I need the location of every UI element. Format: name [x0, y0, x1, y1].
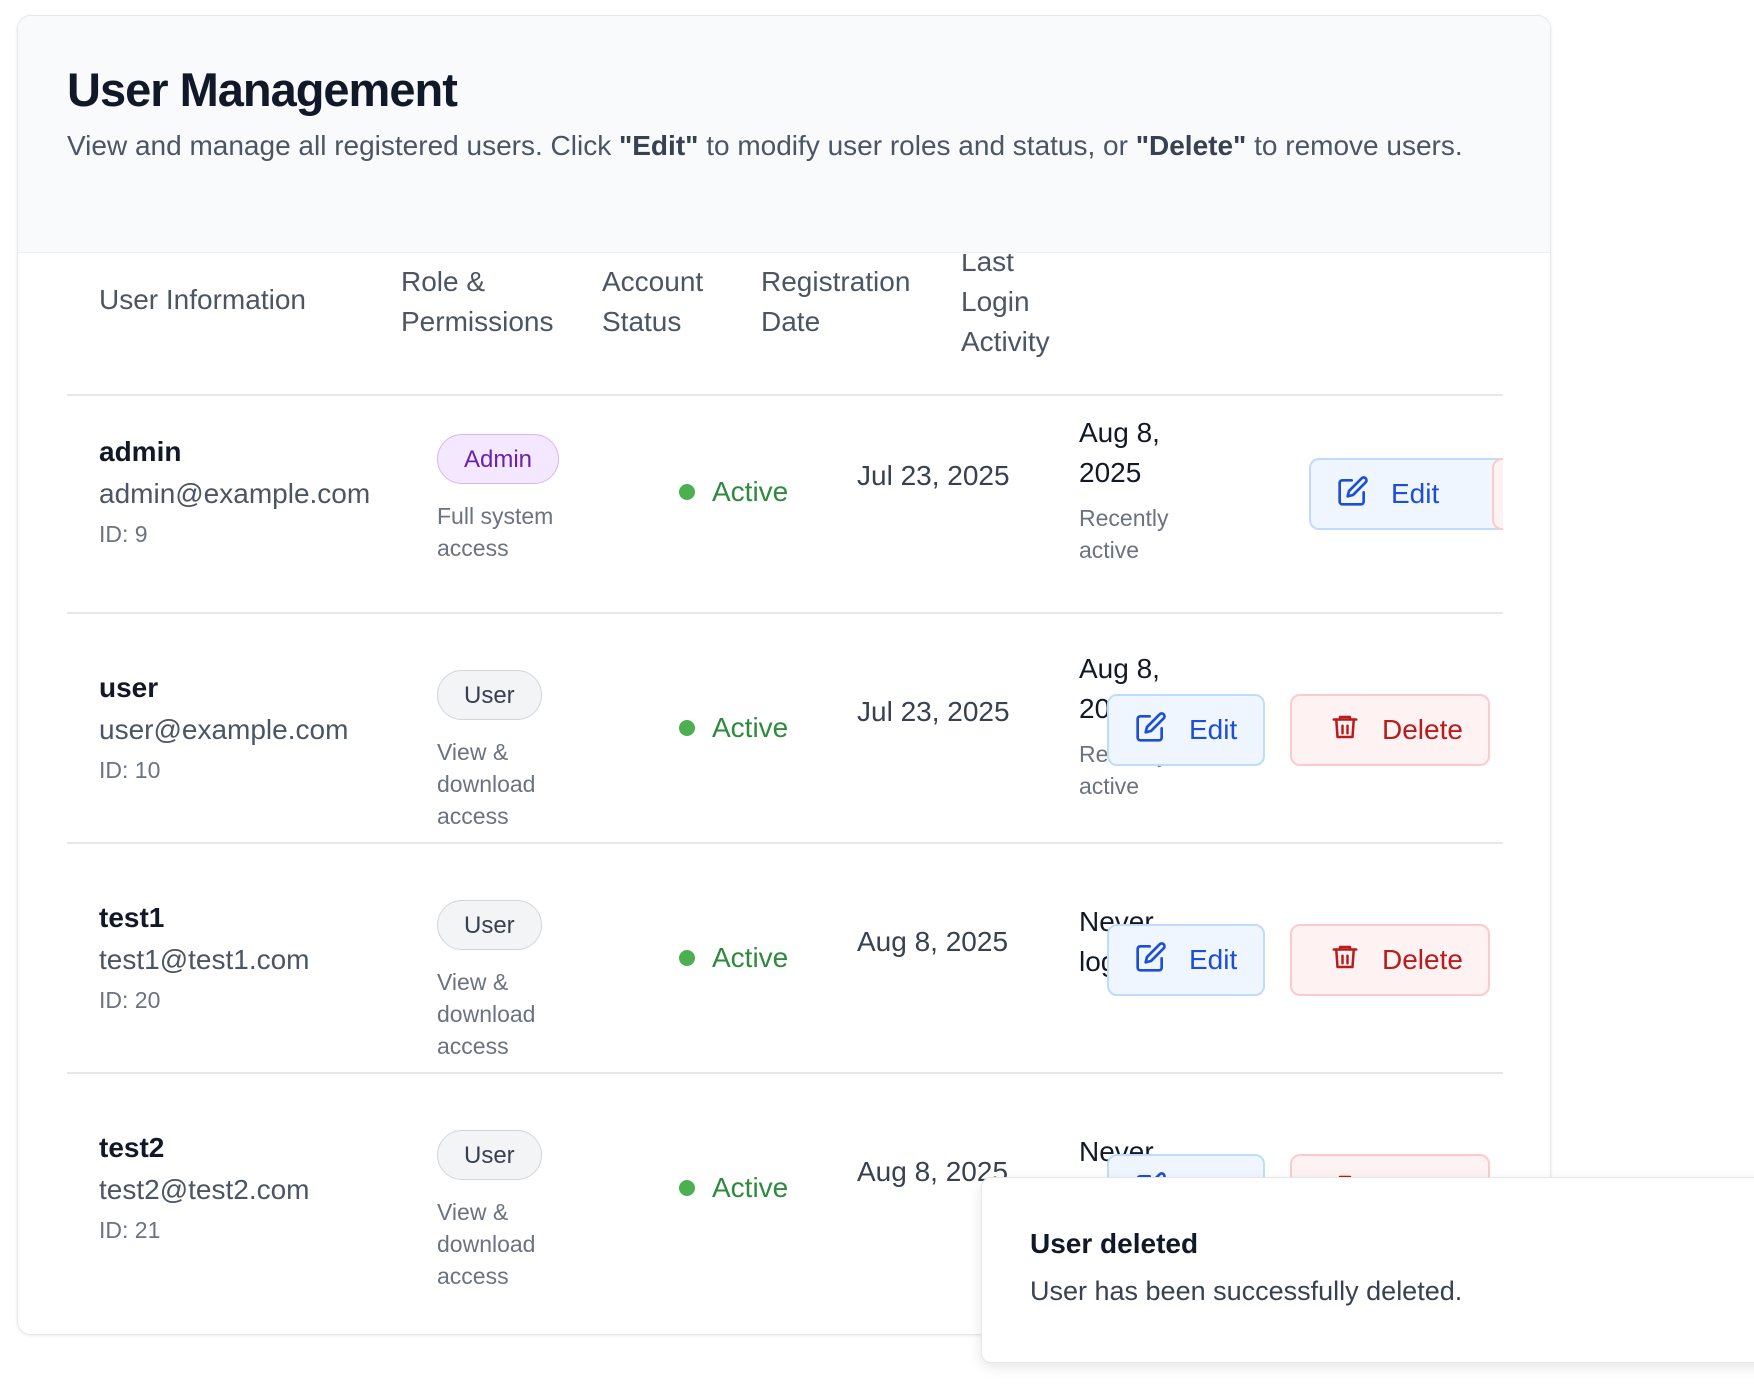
user-name: test1 [99, 902, 165, 933]
status-label: Active [712, 712, 789, 743]
last-login-date: Aug 8, 2025 [1079, 417, 1160, 488]
role-badge: Admin [437, 434, 560, 484]
delete-label: Delete [1382, 714, 1463, 745]
toast-title: User deleted [1030, 1228, 1199, 1259]
delete-button[interactable]: Delete [1290, 694, 1490, 766]
user-email: test1@test1.com [99, 944, 310, 975]
page-description: View and manage all registered users. Cl… [67, 126, 1487, 166]
column-header-user-information: User Information [99, 284, 306, 315]
registration-date: Aug 8, 2025 [857, 926, 1009, 957]
role-badge: User [437, 900, 542, 950]
status-label: Active [712, 1172, 789, 1203]
column-header-registration-date: Registration Date [761, 266, 911, 337]
description-delete-word: "Delete" [1135, 130, 1247, 161]
toast-message: User has been successfully deleted. [1030, 1276, 1463, 1306]
user-id: ID: 20 [99, 987, 161, 1013]
edit-icon [1337, 475, 1391, 514]
status-dot-icon [679, 720, 695, 736]
table-row: test1 test1@test1.com ID: 20 User View & dow… [67, 844, 1503, 1074]
delete-button[interactable]: Delete [1492, 458, 1503, 530]
status-dot-icon [679, 484, 695, 500]
user-email: test2@test2.com [99, 1174, 310, 1205]
edit-label: Edit [1189, 714, 1238, 745]
user-id: ID: 9 [99, 521, 148, 547]
column-header-role-permissions: Role & Permissions [401, 266, 554, 337]
users-table: User Information Role & Permissions Acco… [67, 254, 1503, 1334]
user-name: admin [99, 436, 182, 467]
user-name: user [99, 672, 159, 703]
role-badge: User [437, 670, 542, 720]
table-row: admin admin@example.com ID: 9 Admin Full sys… [67, 396, 1503, 614]
role-description: View & download access [437, 739, 536, 829]
user-id: ID: 10 [99, 757, 161, 783]
status-dot-icon [679, 1180, 695, 1196]
status-label: Active [712, 476, 789, 507]
user-email: admin@example.com [99, 478, 371, 509]
role-description: Full system access [437, 503, 554, 561]
edit-icon [1135, 711, 1189, 750]
status-dot-icon [679, 950, 695, 966]
edit-button[interactable]: Edit [1309, 458, 1503, 530]
edit-button[interactable]: Edit [1107, 924, 1265, 996]
description-text: to modify user roles and status, or [698, 130, 1136, 161]
role-badge: User [437, 1130, 542, 1180]
edit-label: Edit [1189, 944, 1238, 975]
user-email: user@example.com [99, 714, 349, 745]
account-status: Active [679, 712, 788, 744]
toast-notification: User deleted User has been successfully … [981, 1177, 1754, 1363]
edit-button[interactable]: Edit [1107, 694, 1265, 766]
user-name: test2 [99, 1132, 165, 1163]
registration-date: Jul 23, 2025 [857, 696, 1010, 727]
delete-button[interactable]: Delete [1290, 924, 1490, 996]
trash-icon [1330, 941, 1382, 980]
description-edit-word: "Edit" [618, 130, 699, 161]
registration-date: Jul 23, 2025 [857, 460, 1010, 491]
column-header-last-login: Last Login Activity [961, 254, 1050, 357]
role-description: View & download access [437, 969, 536, 1059]
account-status: Active [679, 476, 788, 508]
status-label: Active [712, 942, 789, 973]
page-title: User Management [67, 63, 458, 116]
card-header: User Management View and manage all regi… [18, 16, 1550, 253]
account-status: Active [679, 942, 788, 974]
description-text: to remove users. [1246, 130, 1463, 161]
account-status: Active [679, 1172, 788, 1204]
description-text: View and manage all registered users. Cl… [67, 130, 619, 161]
edit-icon [1135, 941, 1189, 980]
delete-label: Delete [1382, 944, 1463, 975]
user-id: ID: 21 [99, 1217, 161, 1243]
trash-icon [1330, 711, 1382, 750]
table-row: user user@example.com ID: 10 User View & dow… [67, 614, 1503, 844]
column-header-account-status: Account Status [602, 266, 704, 337]
role-description: View & download access [437, 1199, 536, 1289]
last-login-note: Recently active [1079, 505, 1169, 563]
edit-label: Edit [1391, 478, 1440, 509]
user-management-card: User Management View and manage all regi… [17, 15, 1551, 1335]
